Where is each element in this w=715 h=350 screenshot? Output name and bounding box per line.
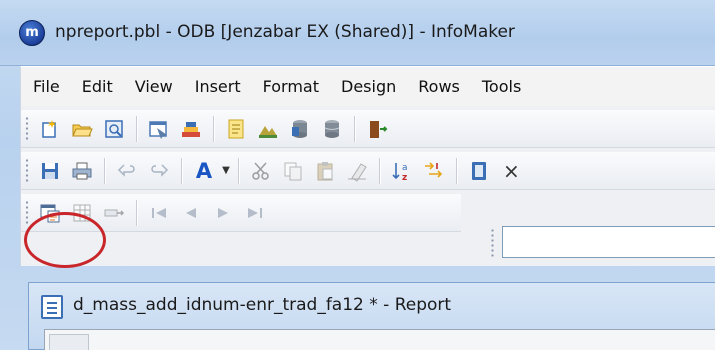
toolbar-separator	[181, 157, 182, 184]
save-icon[interactable]	[36, 157, 64, 185]
title-bar: m npreport.pbl - ODB [Jenzabar EX (Share…	[0, 0, 715, 66]
toolbar-grip[interactable]	[25, 115, 29, 142]
redo-icon[interactable]	[145, 157, 173, 185]
db-painter-icon[interactable]	[318, 115, 346, 143]
toolbar-separator	[456, 157, 457, 184]
prior-page-icon[interactable]	[177, 199, 205, 227]
notepad-icon[interactable]	[222, 115, 250, 143]
font-color-icon[interactable]: A	[190, 157, 218, 185]
menu-view[interactable]: View	[124, 67, 184, 107]
clear-icon[interactable]	[343, 157, 371, 185]
toolbar-separator	[354, 115, 355, 142]
report-window-title: d_mass_add_idnum-enr_trad_fa12 * - Repor…	[73, 295, 452, 315]
svg-text:a: a	[402, 163, 408, 173]
last-page-icon[interactable]	[241, 199, 269, 227]
svg-text:z: z	[402, 173, 407, 182]
print-icon[interactable]	[68, 157, 96, 185]
window-title: npreport.pbl - ODB [Jenzabar EX (Shared)…	[55, 22, 515, 42]
library-icon[interactable]	[177, 115, 205, 143]
menu-format[interactable]: Format	[252, 67, 330, 107]
toolbar-separator	[104, 157, 105, 184]
toolbar-combo-input[interactable]	[502, 226, 715, 258]
edit-toolbar: A ▼ az ×	[21, 152, 715, 190]
preview-icon[interactable]	[100, 115, 128, 143]
menu-rows[interactable]: Rows	[407, 67, 471, 107]
toolbar-separator	[379, 157, 380, 184]
menu-edit[interactable]: Edit	[71, 67, 124, 107]
menu-insert[interactable]: Insert	[184, 67, 252, 107]
toolbar-grip[interactable]	[490, 228, 495, 258]
menu-tools[interactable]: Tools	[471, 67, 532, 107]
painterbar-toolbar	[21, 110, 715, 148]
app-window: m npreport.pbl - ODB [Jenzabar EX (Share…	[0, 0, 715, 350]
toolbar-separator	[136, 199, 137, 226]
copy-icon[interactable]	[279, 157, 307, 185]
retrieve-icon[interactable]	[100, 199, 128, 227]
toolbar-grip[interactable]	[25, 157, 29, 184]
font-color-dropdown-icon[interactable]: ▼	[220, 165, 232, 176]
toolbar-separator	[238, 157, 239, 184]
first-page-icon[interactable]	[145, 199, 173, 227]
sort-icon[interactable]: az	[388, 157, 416, 185]
close-icon[interactable]: ×	[503, 159, 520, 183]
report-canvas-corner	[49, 334, 89, 350]
next-page-icon[interactable]	[209, 199, 237, 227]
filter-icon[interactable]	[420, 157, 448, 185]
menu-design[interactable]: Design	[330, 67, 407, 107]
undo-icon[interactable]	[113, 157, 141, 185]
paste-icon[interactable]	[311, 157, 339, 185]
open-icon[interactable]	[68, 115, 96, 143]
database-icon[interactable]	[254, 115, 282, 143]
exit-icon[interactable]	[363, 115, 391, 143]
infomaker-app-icon[interactable]: m	[19, 20, 45, 46]
cut-icon[interactable]	[247, 157, 275, 185]
report-canvas[interactable]	[44, 329, 715, 350]
datawindow-icon[interactable]	[145, 115, 173, 143]
db-profile-icon[interactable]	[286, 115, 314, 143]
report-child-window: d_mass_add_idnum-enr_trad_fa12 * - Repor…	[28, 282, 715, 350]
menu-bar: File Edit View Insert Format Design Rows…	[20, 66, 715, 106]
report-preview-icon[interactable]	[36, 199, 64, 227]
toolbar-separator	[213, 115, 214, 142]
new-icon[interactable]	[36, 115, 64, 143]
menu-file[interactable]: File	[21, 67, 71, 107]
toolbar-grip[interactable]	[25, 199, 29, 226]
toolbar-separator	[136, 115, 137, 142]
grid-icon[interactable]	[68, 199, 96, 227]
properties-icon[interactable]	[465, 157, 493, 185]
report-toolbar	[21, 194, 461, 232]
report-icon	[41, 295, 63, 319]
